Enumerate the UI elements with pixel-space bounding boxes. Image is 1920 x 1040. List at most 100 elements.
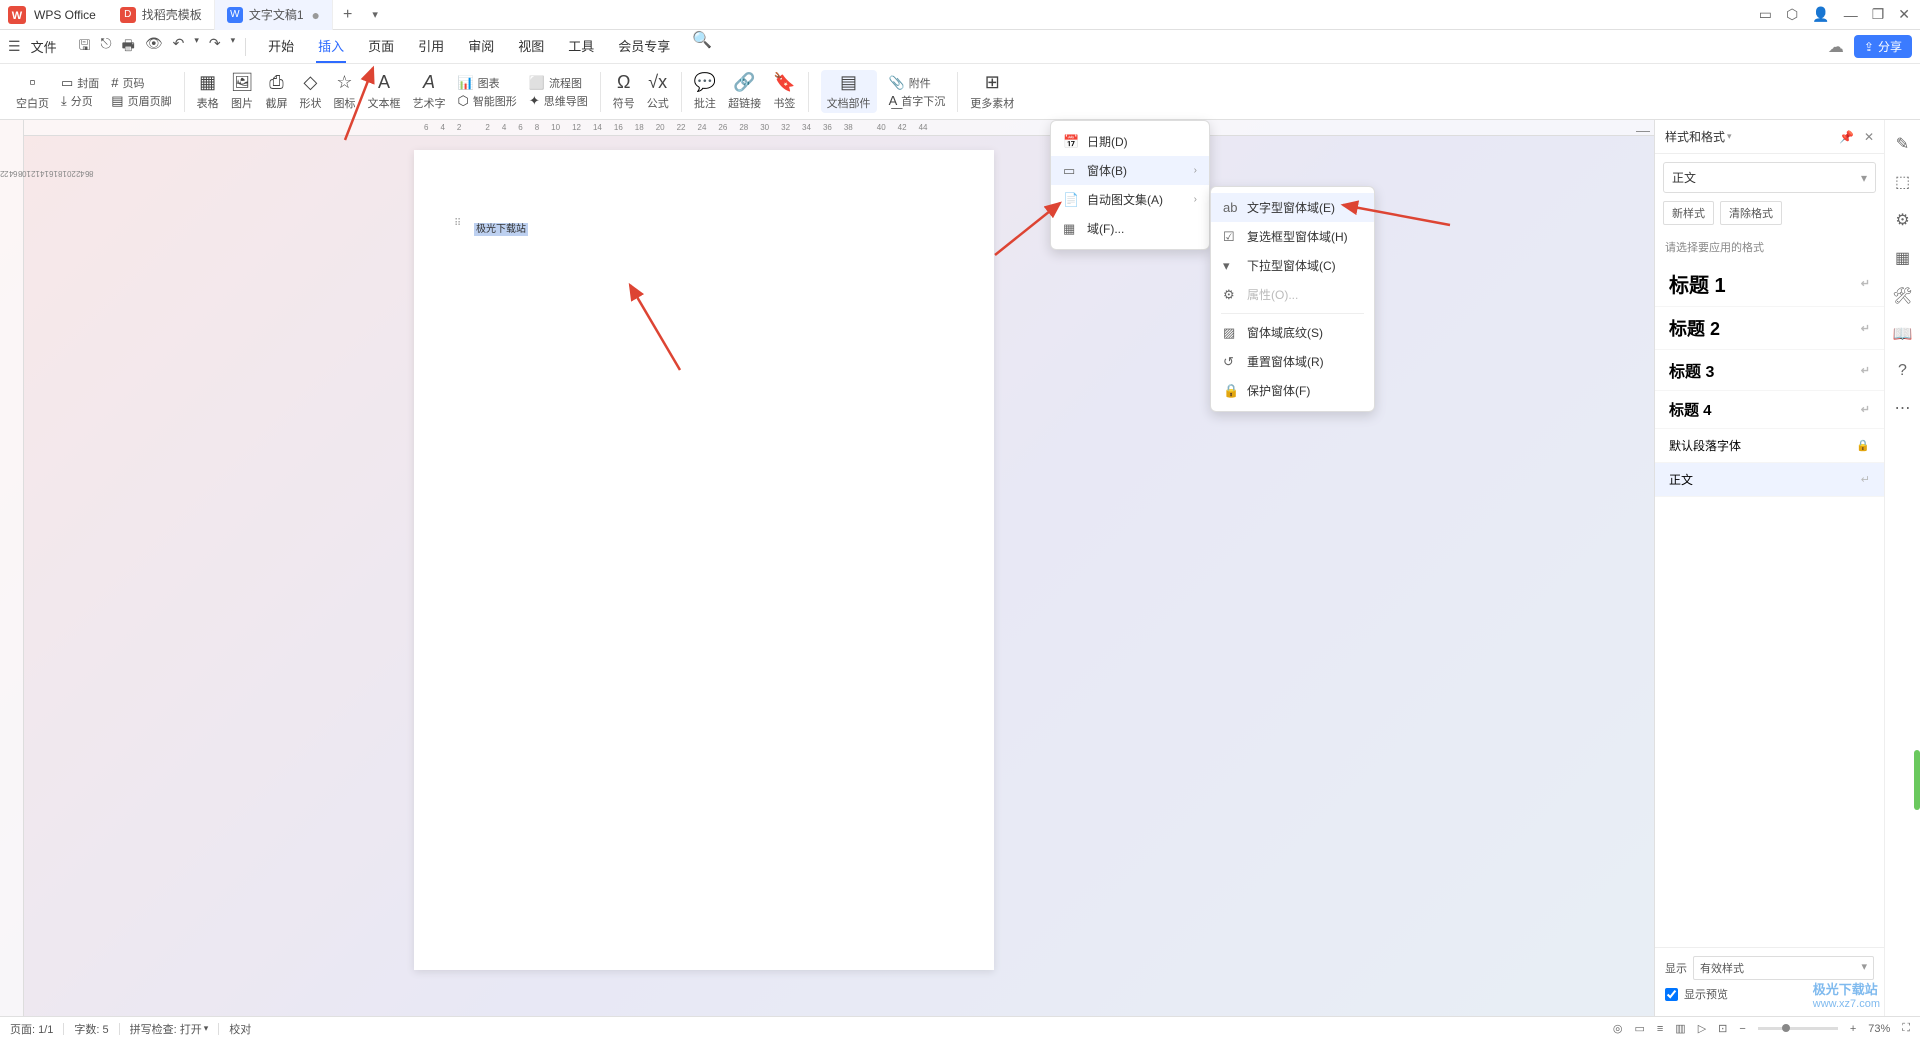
tab-insert[interactable]: 插入 [316, 30, 346, 63]
hyperlink-button[interactable]: 🔗超链接 [728, 72, 761, 111]
menu-form[interactable]: ▭窗体(B)› [1051, 156, 1209, 185]
page[interactable]: ⠿ 极光下载站 [414, 150, 994, 970]
panel-collapse-icon[interactable]: — [1636, 122, 1650, 136]
print-icon[interactable]: 🖶 [122, 35, 135, 59]
menu-dropdown-form[interactable]: ▾下拉型窗体域(C) [1211, 251, 1374, 280]
menu-text-form[interactable]: ab文字型窗体域(E) [1211, 193, 1374, 222]
save-icon[interactable]: 🖫 [79, 35, 91, 59]
grid-icon[interactable]: ▦ [1895, 248, 1910, 268]
bookmark-button[interactable]: 🔖书签 [773, 72, 795, 111]
mindmap-button[interactable]: ✦思维导图 [529, 93, 588, 109]
select-icon[interactable]: ⬚ [1895, 172, 1910, 192]
current-style-select[interactable]: 正文 ▾ [1663, 162, 1876, 193]
menu-shading[interactable]: ▨窗体域底纹(S) [1211, 318, 1374, 347]
cover-button[interactable]: ▭封面 [61, 75, 99, 91]
export-icon[interactable]: ⎋ [101, 35, 112, 59]
pin-icon[interactable]: 📌 [1839, 130, 1854, 144]
style-heading2[interactable]: 标题 2↵ [1655, 307, 1884, 350]
vertical-ruler[interactable]: 224681012141618202468 [0, 120, 24, 1016]
page-number-button[interactable]: #页码 [111, 75, 171, 91]
icon-button[interactable]: ☆图标 [333, 72, 355, 111]
focus-mode-icon[interactable]: ◎ [1613, 1022, 1623, 1035]
tools-icon[interactable]: 🛠 [1892, 286, 1912, 306]
header-footer-button[interactable]: ▤页眉页脚 [111, 93, 171, 109]
zoom-in-icon[interactable]: + [1850, 1023, 1856, 1035]
shape-button[interactable]: ◇形状 [299, 72, 321, 111]
more-icon[interactable]: ⋯ [1895, 398, 1911, 418]
expand-icon[interactable]: ⛶ [1902, 1022, 1910, 1035]
menu-date[interactable]: 📅日期(D) [1051, 127, 1209, 156]
tab-review[interactable]: 审阅 [466, 30, 496, 63]
page-indicator[interactable]: 页面: 1/1 [10, 1021, 53, 1037]
user-avatar-icon[interactable]: 👤 [1812, 6, 1829, 23]
redo-icon[interactable]: ↷ [209, 35, 221, 59]
tab-templates[interactable]: D 找稻壳模板 [108, 0, 215, 30]
close-icon[interactable]: ✕ [1898, 6, 1910, 23]
blank-page-button[interactable]: ▫空白页 [16, 72, 49, 111]
picture-button[interactable]: 🖼图片 [231, 72, 254, 111]
redo-dropdown-icon[interactable]: ▾ [231, 35, 236, 59]
zoom-out-icon[interactable]: − [1739, 1023, 1745, 1035]
dropcap-button[interactable]: A͟首字下沉 [889, 93, 946, 109]
hamburger-icon[interactable]: ☰ [8, 38, 21, 55]
panel-close-icon[interactable]: ✕ [1864, 130, 1874, 144]
tab-references[interactable]: 引用 [416, 30, 446, 63]
smartart-button[interactable]: ⬡智能图形 [457, 93, 516, 109]
menu-autotext[interactable]: 📄自动图文集(A)› [1051, 185, 1209, 214]
word-count[interactable]: 字数: 5 [74, 1021, 108, 1037]
menu-protect-form[interactable]: 🔒保护窗体(F) [1211, 376, 1374, 405]
view-page-icon[interactable]: ▭ [1634, 1022, 1644, 1035]
zoom-level[interactable]: 73% [1868, 1023, 1890, 1035]
display-select[interactable]: 有效样式▾ [1693, 956, 1874, 980]
wordart-button[interactable]: A艺术字 [412, 72, 445, 111]
tab-home[interactable]: 开始 [266, 30, 296, 63]
undo-dropdown-icon[interactable]: ▾ [194, 35, 199, 59]
screenshot-button[interactable]: ⎙截屏 [265, 72, 287, 111]
menu-reset-form[interactable]: ↺重置窗体域(R) [1211, 347, 1374, 376]
tab-close-icon[interactable]: ● [312, 7, 320, 23]
help-icon[interactable]: ? [1898, 362, 1907, 380]
more-materials-button[interactable]: ⊞更多素材 [970, 72, 1014, 111]
view-outline-icon[interactable]: ≡ [1657, 1023, 1663, 1035]
tab-page[interactable]: 页面 [366, 30, 396, 63]
style-heading1[interactable]: 标题 1↵ [1655, 261, 1884, 307]
zoom-slider[interactable] [1758, 1027, 1838, 1030]
view-web-icon[interactable]: ▥ [1675, 1022, 1685, 1035]
file-menu[interactable]: 文件 [31, 37, 57, 56]
fit-icon[interactable]: ⊡ [1718, 1022, 1727, 1035]
tab-menu-icon[interactable]: ▾ [362, 8, 388, 21]
textbox-button[interactable]: A文本框 [367, 72, 400, 111]
play-icon[interactable]: ▷ [1698, 1022, 1706, 1035]
comment-button[interactable]: 💬批注 [694, 72, 716, 111]
new-tab-button[interactable]: + [333, 6, 362, 24]
new-style-button[interactable]: 新样式 [1663, 201, 1714, 225]
share-button[interactable]: ⇪ 分享 [1854, 35, 1912, 58]
doc-parts-button[interactable]: ▤文档部件 [821, 70, 877, 113]
attachment-button[interactable]: 📎附件 [889, 75, 946, 91]
tab-document[interactable]: W 文字文稿1 ● [215, 0, 333, 30]
table-button[interactable]: ▦表格 [197, 72, 219, 111]
tab-view[interactable]: 视图 [516, 30, 546, 63]
cloud-icon[interactable]: ☁ [1828, 37, 1844, 57]
book-icon[interactable]: 📖 [1893, 324, 1913, 344]
style-heading4[interactable]: 标题 4↵ [1655, 391, 1884, 429]
symbol-button[interactable]: Ω符号 [613, 72, 635, 111]
show-preview-checkbox[interactable] [1665, 988, 1678, 1001]
proofread-status[interactable]: 校对 [229, 1021, 251, 1037]
selected-text[interactable]: 极光下载站 [474, 223, 528, 236]
style-default-para[interactable]: 默认段落字体🔒 [1655, 429, 1884, 463]
clear-format-button[interactable]: 清除格式 [1720, 201, 1782, 225]
maximize-icon[interactable]: ❐ [1872, 6, 1885, 23]
search-icon[interactable]: 🔍 [692, 30, 712, 63]
settings-icon[interactable]: ⚙ [1895, 210, 1909, 230]
style-body[interactable]: 正文↵ [1655, 463, 1884, 497]
menu-checkbox-form[interactable]: ☑复选框型窗体域(H) [1211, 222, 1374, 251]
chevron-down-icon[interactable]: ▾ [1727, 131, 1732, 142]
tab-member[interactable]: 会员专享 [616, 30, 672, 63]
undo-icon[interactable]: ↶ [173, 35, 185, 59]
tab-tools[interactable]: 工具 [566, 30, 596, 63]
minimize-icon[interactable]: — [1844, 7, 1858, 23]
reader-icon[interactable]: ▭ [1759, 6, 1772, 23]
flowchart-button[interactable]: ⬜流程图 [529, 75, 588, 91]
cube-icon[interactable]: ⬡ [1786, 6, 1798, 23]
